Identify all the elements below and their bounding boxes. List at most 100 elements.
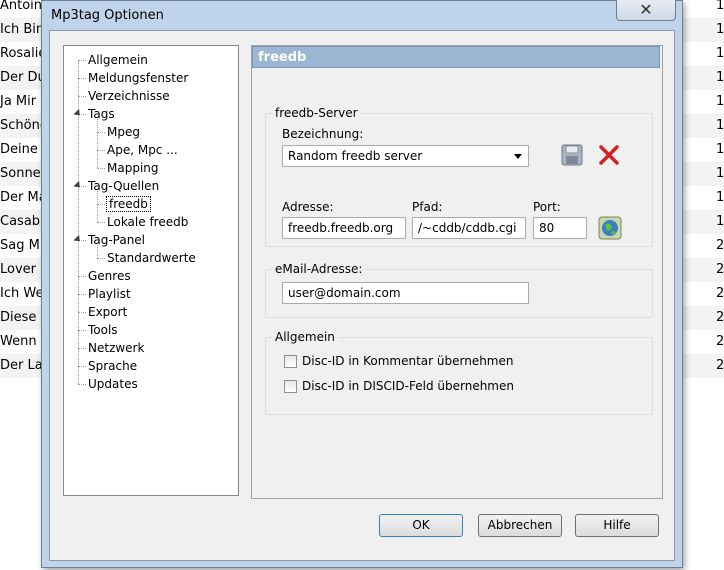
chevron-down-icon [514,154,522,159]
tree-item-label: Export [88,305,128,319]
list-item-number: 1 [716,190,724,205]
close-icon: ✕ [639,0,653,19]
tree-item-export[interactable]: Export [88,303,127,321]
freedb-server-group: freedb-Server Bezeichnung: Random freedb… [265,106,653,247]
options-tree[interactable]: Allgemein Meldungsfenster Verzeichnisse Tag… [63,45,239,496]
list-item-number: 2 [716,286,724,301]
tree-item-label: Lokale freedb [107,215,189,229]
tree-guide-line [78,330,86,331]
tree-item-mpeg[interactable]: Mpeg [107,123,140,141]
port-label: Port: [533,200,561,214]
tree-item-label: Tag-Quellen [88,179,160,193]
list-item-number: 1 [716,94,724,109]
help-button[interactable]: Hilfe [575,514,659,537]
save-server-button[interactable] [560,143,584,167]
tree-item-freedb[interactable]: freedb [106,195,151,213]
server-info-button[interactable] [598,216,622,240]
delete-server-button[interactable] [597,143,621,167]
red-x-icon [599,145,619,165]
panel-header: freedb [252,46,660,68]
list-item-title: Sag Mi [0,238,44,253]
close-button[interactable]: ✕ [616,0,676,21]
tree-item-genres[interactable]: Genres [88,267,131,285]
discid-comment-label[interactable]: Disc-ID in Kommentar übernehmen [302,354,514,368]
list-item-number: 2 [716,238,724,253]
tree-guide-line [78,366,86,367]
tree-item-tags[interactable]: Tags [88,105,115,123]
options-dialog: Mp3tag Optionen ✕ Allgemein Meldungsfenst… [41,0,683,568]
tree-item-tag-panel[interactable]: Tag-Panel [88,231,145,249]
tree-item-tag-quellen[interactable]: Tag-Quellen [88,177,159,195]
tree-item-verzeichnisse[interactable]: Verzeichnisse [88,87,170,105]
tree-item-ape-mpc[interactable]: Ape, Mpc ... [107,141,178,159]
tree-item-playlist[interactable]: Playlist [88,285,131,303]
group-title-email: eMail-Adresse: [272,262,366,276]
bezeichnung-label: Bezeichnung: [282,127,364,141]
tree-guide-line [78,348,86,349]
list-item-number: 1 [716,166,724,181]
ok-button[interactable]: OK [379,514,463,537]
discid-comment-checkbox[interactable] [284,355,297,368]
dialog-title: Mp3tag Optionen [51,8,164,23]
tree-guide-line [97,222,105,223]
pfad-label: Pfad: [412,200,443,214]
discid-field-checkbox[interactable] [284,380,297,393]
tree-item-label: Sprache [88,359,138,373]
list-item-number: 1 [716,214,724,229]
list-item-title: Wenn I [0,334,44,349]
tree-item-netzwerk[interactable]: Netzwerk [88,339,144,357]
pfad-field[interactable]: /~cddb/cddb.cgi [412,217,526,239]
tree-guide-line [97,204,105,205]
tree-item-label: Tools [88,323,118,337]
list-item-title: Der Ma [0,190,44,205]
list-item-number: 1 [716,0,724,13]
tree-item-label: Verzeichnisse [88,89,170,103]
tree-item-standardwerte[interactable]: Standardwerte [107,249,196,267]
tree-guide-line [97,168,105,169]
email-field[interactable]: user@domain.com [282,282,529,304]
tree-item-meldungsfenster[interactable]: Meldungsfenster [88,69,188,87]
tree-item-label: Tag-Panel [88,233,146,247]
list-item-title: Ja Mir [0,94,37,109]
list-item-title: Schöne [0,118,44,133]
adresse-label: Adresse: [282,200,334,214]
tree-item-allgemein[interactable]: Allgemein [88,51,148,69]
list-item-number: 1 [716,118,724,133]
tree-item-updates[interactable]: Updates [88,375,138,393]
tree-guide-line [78,294,86,295]
tree-item-label: Genres [88,269,131,283]
tree-item-label: Meldungsfenster [88,71,189,85]
list-item-number: 1 [716,22,724,37]
port-field[interactable]: 80 [533,217,587,239]
tree-item-label: Mpeg [107,125,140,139]
expand-triangle-icon[interactable] [73,234,83,245]
list-item-number: 1 [716,70,724,85]
tree-item-label: Netzwerk [88,341,145,355]
floppy-disk-icon [561,144,583,166]
tree-item-tools[interactable]: Tools [88,321,118,339]
tree-guide-line [78,384,86,385]
dialog-client-area: Allgemein Meldungsfenster Verzeichnisse Tag… [49,30,675,561]
adresse-field[interactable]: freedb.freedb.org [282,217,406,239]
cancel-button[interactable]: Abbrechen [478,514,562,537]
expand-triangle-icon[interactable] [73,108,83,119]
tree-guide-line [97,132,105,133]
tree-item-mapping[interactable]: Mapping [107,159,159,177]
tree-item-sprache[interactable]: Sprache [88,357,137,375]
list-item-title: Ich We [0,286,44,301]
discid-field-label[interactable]: Disc-ID in DISCID-Feld übernehmen [302,379,514,393]
expand-triangle-icon[interactable] [73,180,83,191]
tree-guide-line [78,78,86,79]
tree-item-label: Ape, Mpc ... [107,143,178,157]
list-item-number: 2 [716,262,724,277]
server-select[interactable]: Random freedb server [282,145,529,167]
list-item-title: Antoin [0,0,43,13]
list-item-title: Rosalie [0,46,44,61]
list-item-title: Casabl [0,214,44,229]
list-item-title: Diese I [0,310,44,325]
list-item-title: Ich Bin [0,22,44,37]
tree-item-label: Playlist [88,287,131,301]
tree-guide-line [97,119,98,168]
tree-item-lokale-freedb[interactable]: Lokale freedb [107,213,188,231]
list-item-number: 1 [716,46,724,61]
